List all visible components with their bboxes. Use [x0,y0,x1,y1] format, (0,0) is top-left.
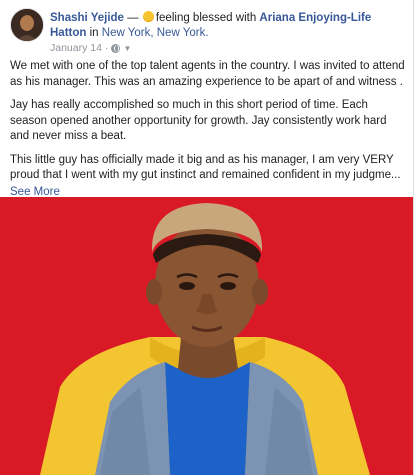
meta-separator: · [104,42,109,54]
feeling-text: feeling blessed with [155,12,257,24]
location-link[interactable]: New York, New York. [102,27,209,39]
post-paragraph: Jay has really accomplished so much in t… [10,99,387,142]
post-date[interactable]: January 14 [50,42,102,54]
post-paragraph: This little guy has officially made it b… [10,153,401,182]
smiling-face-icon [142,11,154,22]
author-name[interactable]: Shashi Yejide [50,12,124,24]
in-word: in [89,27,99,39]
avatar[interactable] [10,8,44,42]
post-meta: January 14 · ▼ [50,42,131,54]
headline-dash: — [127,12,139,24]
chevron-down-icon[interactable]: ▼ [123,44,131,53]
post-header: Shashi Yejide — feeling blessed with Ari… [10,8,405,56]
post-paragraph: We met with one of the top talent agents… [10,60,405,88]
post-headline: Shashi Yejide — feeling blessed with Ari… [50,10,391,41]
post-card: Shashi Yejide — feeling blessed with Ari… [0,0,414,475]
globe-icon[interactable] [111,43,121,53]
post-photo[interactable] [0,197,413,475]
post-body: We met with one of the top talent agents… [10,59,405,200]
